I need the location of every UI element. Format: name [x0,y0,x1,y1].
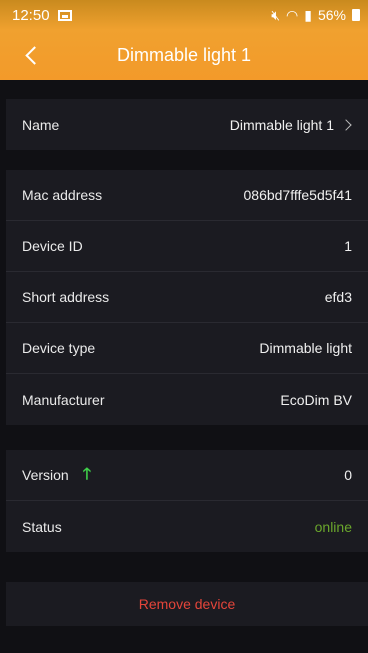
back-icon [24,45,44,65]
detail-value: 086bd7fffe5d5f41 [243,187,353,203]
detail-label: Device type [22,340,96,356]
detail-value: Dimmable light [259,340,352,356]
status-time: 12:50 [12,6,50,24]
chevron-right-icon [340,118,352,131]
detail-value: efd3 [324,289,352,305]
name-label: Name [22,116,60,133]
battery-percent: 56% [317,7,346,23]
status-label: Status [22,518,62,535]
detail-value: 1 [344,238,352,254]
details-section: Mac address 086bd7fffe5d5f41 Device ID 1… [6,170,368,425]
mac-address-row: Mac address 086bd7fffe5d5f41 [6,170,368,221]
signal-icon: ▮ [304,6,312,23]
remove-device-button[interactable]: Remove device [6,582,368,626]
device-type-row: Device type Dimmable light [6,323,368,374]
page-title: Dimmable light 1 [116,44,252,65]
mute-icon: 🔇︎ [271,6,281,23]
version-value: 0 [344,467,352,483]
app-header: Dimmable light 1 [0,30,368,80]
image-icon [57,9,72,21]
back-button[interactable] [20,42,44,68]
wifi-icon: ◠ [286,6,299,23]
arrow-up-icon[interactable]: 🡑 [83,467,91,483]
device-id-row: Device ID 1 [6,221,368,272]
detail-label: Mac address [22,187,103,203]
detail-label: Device ID [22,238,83,254]
status-value: online [314,518,352,535]
status-row: Status online [6,501,368,552]
detail-value: EcoDim BV [280,391,352,408]
version-section: Version 🡑 0 Status online [6,450,368,552]
top-bar: 12:50 🔇︎ ◠ ▮ 56% Dimmable light 1 [0,0,368,80]
version-label: Version [22,467,69,483]
name-value: Dimmable light 1 [229,116,334,133]
version-row[interactable]: Version 🡑 0 [6,450,368,501]
manufacturer-row: Manufacturer EcoDim BV [6,374,368,425]
short-address-row: Short address efd3 [6,272,368,323]
battery-icon [352,9,360,21]
name-section: Name Dimmable light 1 [6,99,368,150]
name-row[interactable]: Name Dimmable light 1 [6,99,368,150]
detail-label: Short address [22,289,110,305]
detail-label: Manufacturer [22,391,105,408]
status-bar: 12:50 🔇︎ ◠ ▮ 56% [0,0,368,30]
